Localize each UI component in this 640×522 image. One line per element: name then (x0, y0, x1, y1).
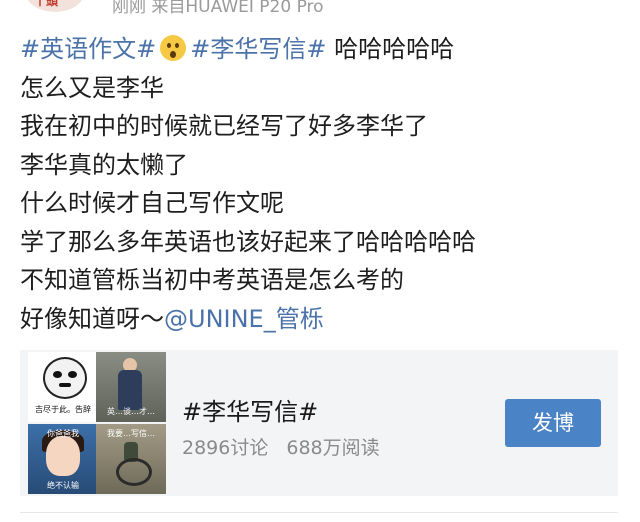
thumb-bike-photo[interactable]: 我要…写信… (96, 424, 166, 494)
post-text-laugh: 哈哈哈哈哈 (326, 35, 455, 63)
bike-wheel-icon (116, 458, 152, 486)
thumb-caption: 英…谈…才… (107, 407, 155, 416)
hashtag-lihua-letter[interactable]: #李华写信# (190, 35, 326, 63)
post-line-last: 好像知道呀～@UNINE_管栎 (20, 300, 630, 339)
post-line: 什么时候才自己写作文呢 (20, 189, 284, 217)
topic-card[interactable]: 吉尽于此。告辞 英…谈…才… 你爸爸我 绝不认输 我要…写信… #李华写信# 2… (20, 350, 618, 496)
thumb-street-photo[interactable]: 英…谈…才… (96, 352, 166, 422)
user-mention[interactable]: @UNINE_管栎 (164, 305, 324, 333)
thumb-caption: 我要…写信… (107, 429, 155, 438)
thumb-anime-meme[interactable]: 你爸爸我 绝不认输 (28, 424, 98, 494)
post-line: 不知道管栎当初中考英语是怎么考的 (20, 266, 404, 294)
thumb-caption-top: 你爸爸我 (47, 429, 79, 438)
discussion-count: 2896讨论 (182, 437, 269, 459)
post-line: 学了那么多年英语也该好起来了哈哈哈哈哈 (20, 227, 476, 256)
user-avatar[interactable]: 丫頭 (26, 0, 84, 12)
anime-face-icon (46, 436, 80, 476)
post-line: 怎么又是李华 (20, 73, 164, 102)
thumb-panda-meme[interactable]: 吉尽于此。告辞 (28, 352, 98, 422)
thumb-caption-bottom: 绝不认输 (47, 481, 79, 490)
read-count: 688万阅读 (286, 437, 380, 459)
topic-stats: 2896讨论 688万阅读 (182, 433, 380, 460)
person-body-icon (118, 370, 142, 410)
scream-emoji-icon (160, 35, 187, 61)
panda-face-icon (43, 357, 87, 399)
post-meta: 刚刚 来自HUAWEI P20 Pro (112, 0, 324, 14)
post-body: #英语作文# #李华写信# 哈哈哈哈哈 怎么又是李华 我在初中的时候就已经写了好多… (20, 30, 630, 338)
thumb-caption: 吉尽于此。告辞 (35, 405, 91, 414)
avatar-text: 丫頭 (34, 0, 59, 8)
hashtag-english-essay[interactable]: #英语作文# (20, 35, 156, 63)
post-header: 丫頭 刚刚 来自HUAWEI P20 Pro (0, 0, 640, 14)
post-line: 李华真的太懒了 (20, 150, 188, 179)
topic-title[interactable]: #李华写信# (182, 392, 318, 427)
post-text-last: 好像知道呀～ (20, 304, 164, 333)
post-line: 我在初中的时候就已经写了好多李华了 (20, 112, 428, 140)
post-button[interactable]: 发博 (505, 399, 601, 447)
post-line-1: #英语作文# #李华写信# 哈哈哈哈哈 (20, 30, 630, 69)
divider (20, 512, 618, 513)
